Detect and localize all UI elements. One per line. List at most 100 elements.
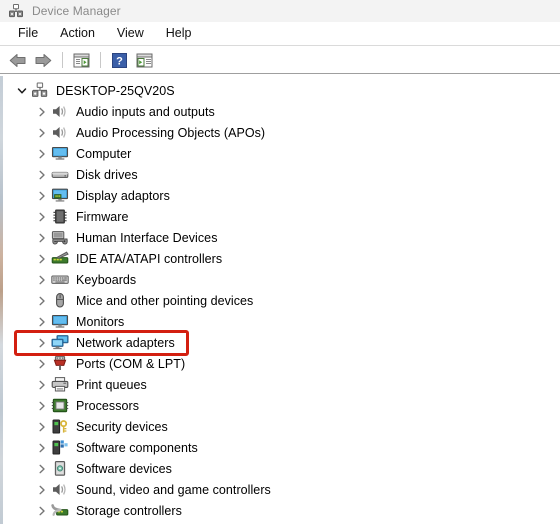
tree-item[interactable]: Audio Processing Objects (APOs) (3, 122, 560, 143)
tree-item[interactable]: Print queues (3, 374, 560, 395)
chevron-right-icon[interactable] (35, 230, 49, 246)
chevron-right-icon[interactable] (35, 377, 49, 393)
speaker-icon (51, 103, 69, 120)
chevron-right-icon[interactable] (35, 440, 49, 456)
disk-drive-icon (51, 166, 69, 183)
toolbar-separator-1 (62, 52, 63, 68)
tree-item[interactable]: Computer (3, 143, 560, 164)
processor-chip-icon (51, 397, 69, 414)
software-component-icon (51, 439, 69, 456)
chevron-right-icon[interactable] (35, 293, 49, 309)
keyboard-icon (51, 271, 69, 288)
device-tree: DESKTOP-25QV20S Audio inputs and outputs… (3, 76, 560, 524)
chevron-right-icon[interactable] (35, 503, 49, 519)
tree-item[interactable]: Processors (3, 395, 560, 416)
storage-controller-icon (51, 502, 69, 519)
tree-item[interactable]: Security devices (3, 416, 560, 437)
tree-item[interactable]: Audio inputs and outputs (3, 101, 560, 122)
tree-item[interactable]: IDE ATA/ATAPI controllers (3, 248, 560, 269)
tree-root-node[interactable]: DESKTOP-25QV20S (3, 80, 560, 101)
device-manager-icon (8, 3, 24, 19)
tree-item[interactable]: Software components (3, 437, 560, 458)
toolbar-help-button[interactable]: ? (107, 49, 131, 71)
tree-item-label: Human Interface Devices (76, 230, 218, 245)
tree-item-label: Network adapters (76, 335, 175, 350)
chevron-right-icon[interactable] (35, 419, 49, 435)
menu-view[interactable]: View (106, 24, 155, 43)
toolbar-forward-button[interactable] (31, 49, 55, 71)
title-bar: Device Manager (0, 0, 560, 22)
gamepad-icon (51, 229, 69, 246)
port-connector-icon (51, 355, 69, 372)
software-device-icon (51, 460, 69, 477)
computer-root-icon (31, 82, 49, 99)
chevron-right-icon[interactable] (35, 398, 49, 414)
chevron-right-icon[interactable] (35, 188, 49, 204)
ide-controller-icon (51, 250, 69, 267)
menu-help[interactable]: Help (155, 24, 203, 43)
tree-item[interactable]: Software devices (3, 458, 560, 479)
tree-item[interactable]: Disk drives (3, 164, 560, 185)
toolbar-properties-button[interactable] (69, 49, 93, 71)
device-tree-pane[interactable]: DESKTOP-25QV20S Audio inputs and outputs… (3, 76, 560, 524)
tree-item-label: Ports (COM & LPT) (76, 356, 186, 371)
tree-item-label: Monitors (76, 314, 125, 329)
back-arrow-icon (9, 53, 27, 68)
tree-item[interactable]: Keyboards (3, 269, 560, 290)
tree-item-label: Keyboards (76, 272, 137, 287)
display-adapter-icon (51, 187, 69, 204)
chevron-right-icon[interactable] (35, 251, 49, 267)
chevron-right-icon[interactable] (35, 335, 49, 351)
toolbar-scan-button[interactable] (132, 49, 156, 71)
tree-root-label: DESKTOP-25QV20S (56, 83, 175, 98)
tree-item[interactable]: Ports (COM & LPT) (3, 353, 560, 374)
chevron-right-icon[interactable] (35, 272, 49, 288)
svg-text:?: ? (116, 55, 123, 67)
tree-item-label: Storage controllers (76, 503, 182, 518)
tree-item[interactable]: Display adaptors (3, 185, 560, 206)
tree-item-label: Print queues (76, 377, 147, 392)
chevron-right-icon[interactable] (35, 356, 49, 372)
toolbar-back-button[interactable] (6, 49, 30, 71)
monitor-icon (51, 313, 69, 330)
speaker-icon (51, 481, 69, 498)
tree-item[interactable]: Human Interface Devices (3, 227, 560, 248)
toolbar-separator-2 (100, 52, 101, 68)
mouse-icon (51, 292, 69, 309)
monitor-icon (51, 145, 69, 162)
tree-item[interactable]: Monitors (3, 311, 560, 332)
chevron-down-icon[interactable] (15, 83, 29, 99)
chevron-right-icon[interactable] (35, 209, 49, 225)
speaker-icon (51, 124, 69, 141)
tree-item[interactable]: Storage controllers (3, 500, 560, 521)
tree-item-label: Audio inputs and outputs (76, 104, 215, 119)
tree-item-label: Mice and other pointing devices (76, 293, 254, 308)
tree-item[interactable]: Firmware (3, 206, 560, 227)
tree-item[interactable]: Sound, video and game controllers (3, 479, 560, 500)
tree-item-label: Firmware (76, 209, 129, 224)
tree-item[interactable]: Network adapters (3, 332, 560, 353)
tree-item-label: Security devices (76, 419, 168, 434)
firmware-chip-icon (51, 208, 69, 225)
scan-hardware-changes-icon (136, 53, 153, 68)
menu-file[interactable]: File (7, 24, 49, 43)
tree-item[interactable]: Mice and other pointing devices (3, 290, 560, 311)
tree-item-label: IDE ATA/ATAPI controllers (76, 251, 223, 266)
tree-item-label: Display adaptors (76, 188, 170, 203)
chevron-right-icon[interactable] (35, 482, 49, 498)
tree-item-label: Disk drives (76, 167, 138, 182)
help-question-icon: ? (111, 52, 127, 68)
chevron-right-icon[interactable] (35, 125, 49, 141)
tree-item-label: Software devices (76, 461, 172, 476)
tree-item-label: Processors (76, 398, 140, 413)
chevron-right-icon[interactable] (35, 104, 49, 120)
chevron-right-icon[interactable] (35, 461, 49, 477)
menu-action[interactable]: Action (49, 24, 106, 43)
tree-children: Audio inputs and outputs Audio Processing… (3, 101, 560, 524)
chevron-right-icon[interactable] (35, 314, 49, 330)
chevron-right-icon[interactable] (35, 146, 49, 162)
properties-icon (73, 53, 90, 68)
chevron-right-icon[interactable] (35, 167, 49, 183)
tree-item-label: Audio Processing Objects (APOs) (76, 125, 266, 140)
menu-bar: File Action View Help (0, 22, 560, 46)
